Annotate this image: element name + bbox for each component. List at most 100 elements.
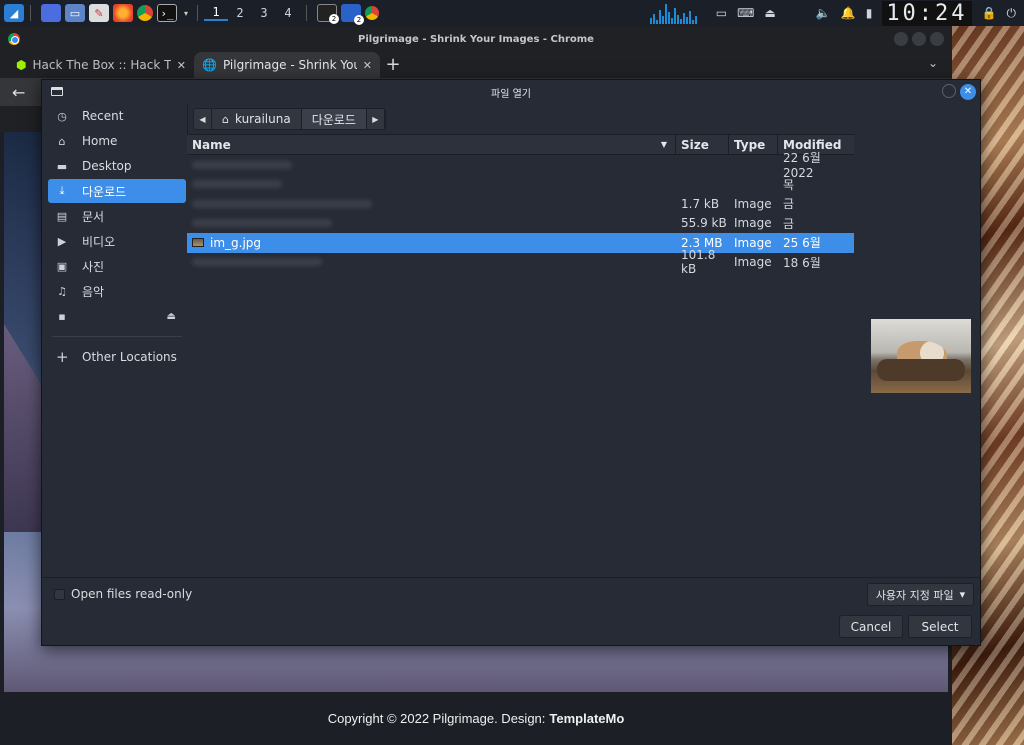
readonly-label: Open files read-only [71,587,193,601]
tab-pilgrimage[interactable]: 🌐 Pilgrimage - Shrink Your Images ✕ [194,52,380,78]
sort-descending-icon: ▼ [660,140,667,149]
workspace-4[interactable]: 4 [276,6,300,20]
sidebar-item-downloads[interactable]: ⤓ 다운로드 [48,179,186,203]
sidebar-item-label: Other Locations [82,350,177,364]
hackthebox-cube-icon: ⬢ [16,58,27,72]
firefox-icon[interactable] [113,4,133,22]
window-title: Pilgrimage - Shrink Your Images - Chrome [358,33,594,45]
sidebar-item-other-locations[interactable]: + Other Locations [48,345,186,369]
file-row[interactable]: 22 6월 2022 [187,151,854,181]
lock-icon[interactable]: 🔒 [982,6,997,20]
file-type [729,175,778,195]
file-size: 101.8 kB [681,248,716,277]
sidebar-item-pictures[interactable]: ▣ 사진 [48,254,186,278]
chevron-down-icon[interactable]: ▾ [181,4,191,22]
sidebar-item-home[interactable]: ⌂ Home [48,129,186,153]
file-size [676,155,729,175]
path-back-arrow-icon[interactable]: ◀ [194,109,212,129]
text-editor-icon[interactable]: ✎ [89,4,109,22]
file-name [187,194,676,214]
volume-icon[interactable]: 🔈 [816,6,831,20]
sidebar-item-desktop[interactable]: ▬ Desktop [48,154,186,178]
cancel-button[interactable]: Cancel [839,615,903,638]
terminal-icon[interactable]: ›_ [157,4,177,22]
breadcrumb-downloads[interactable]: 다운로드 [301,109,367,129]
file-row[interactable]: 55.9 kB Image 금 [187,214,854,234]
file-modified: 금 [783,216,795,231]
battery-icon[interactable]: ▮ [866,6,873,20]
video-icon: ▶ [57,234,67,248]
globe-icon: 🌐 [202,58,217,72]
path-bar: ◀ ⌂ kurailuna 다운로드 ▶ [193,108,386,130]
image-icon: ▣ [56,259,68,273]
lock-screen-icon[interactable]: ⏏ [764,6,775,20]
display-icon[interactable]: ▭ [716,6,727,20]
eject-icon[interactable]: ⏏ [167,311,176,322]
close-button[interactable] [930,32,944,46]
workspace-2[interactable]: 2 [228,6,252,20]
file-modified: 18 6월 [783,255,821,270]
workspace-1[interactable]: 1 [204,5,228,21]
files-window-icon[interactable]: 2 [341,4,364,25]
workspace-3[interactable]: 3 [252,6,276,20]
sidebar-item-label: 사진 [82,259,105,274]
minimize-button[interactable] [942,84,956,98]
chrome-icon[interactable] [137,5,153,21]
footer-brand-link[interactable]: TemplateMo [549,711,624,726]
file-row[interactable]: 목 [187,175,854,195]
show-desktop-icon[interactable] [41,4,61,22]
readonly-checkbox[interactable] [54,588,65,600]
path-forward-arrow-icon[interactable]: ▶ [366,109,385,129]
taskbar-separator [306,5,307,21]
back-button[interactable]: ← [12,83,25,102]
file-modified: 25 6월 [783,236,821,251]
file-name [187,214,676,234]
column-size[interactable]: Size [676,135,729,154]
readonly-option[interactable]: Open files read-only [54,587,192,601]
file-row-selected[interactable]: im_g.jpg 2.3 MB Image 25 6월 [187,233,854,253]
file-name [187,155,676,175]
minimize-button[interactable] [894,32,908,46]
music-icon: ♫ [57,284,67,298]
file-row[interactable]: 1.7 kB Image 금 [187,194,854,214]
chrome-window-icon[interactable] [365,6,379,20]
footer-copyright: Copyright © 2022 Pilgrimage. Design: [327,711,546,726]
keyboard-icon[interactable]: ⌨ [737,6,754,20]
sidebar-item-recent[interactable]: ◷ Recent [48,104,186,128]
home-icon: ⌂ [222,112,229,126]
notification-bell-icon[interactable]: 🔔 [841,6,856,20]
caret-down-icon: ▾ [959,588,966,601]
file-modified: 22 6월 2022 [783,151,821,181]
tab-hackthebox[interactable]: ⬢ Hack The Box :: Hack The Box ✕ [8,52,194,78]
dialog-close-button[interactable]: ✕ [960,84,976,100]
column-header: Name ▼ Size Type Modified [187,135,854,155]
sidebar-item-videos[interactable]: ▶ 비디오 [48,229,186,253]
audio-visualizer [650,2,698,24]
breadcrumb-home[interactable]: ⌂ kurailuna [212,109,302,129]
chevron-down-icon[interactable]: ⌄ [928,56,938,70]
power-icon[interactable]: ⏻ [1007,6,1017,21]
new-tab-button[interactable]: + [380,52,406,78]
app-menu-icon[interactable]: ◢ [4,4,24,22]
terminal-window-icon[interactable]: 2 [317,4,339,24]
maximize-button[interactable] [912,32,926,46]
clock[interactable]: 10:24 [882,0,972,26]
file-size: 1.7 kB [681,196,720,211]
column-type[interactable]: Type [729,135,778,154]
close-icon[interactable]: ✕ [177,59,186,72]
sidebar-item-documents[interactable]: ▤ 문서 [48,204,186,228]
sidebar-item-music[interactable]: ♫ 음악 [48,279,186,303]
column-name[interactable]: Name ▼ [187,135,676,154]
sidebar-item-drive[interactable]: ▪ ⏏ [48,304,186,328]
select-button[interactable]: Select [908,615,972,638]
file-manager-icon[interactable]: ▭ [65,4,85,22]
breadcrumb-label: kurailuna [234,112,291,126]
file-size: 55.9 kB [681,216,727,231]
file-row[interactable]: 101.8 kB Image 18 6월 [187,248,854,277]
file-type: Image [734,196,772,211]
close-icon[interactable]: ✕ [363,59,372,72]
sidebar-item-label: 다운로드 [82,184,127,199]
file-filter-dropdown[interactable]: 사용자 지정 파일 ▾ [867,583,974,606]
dialog-title: 파일 열기 [491,88,531,100]
breadcrumb-label: 다운로드 [311,112,356,127]
